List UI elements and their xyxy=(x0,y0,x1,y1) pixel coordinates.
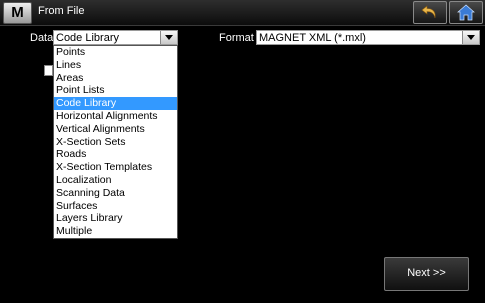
dropdown-option-surfaces[interactable]: Surfaces xyxy=(54,200,177,213)
dropdown-option-areas[interactable]: Areas xyxy=(54,72,177,85)
home-button[interactable] xyxy=(449,1,483,24)
dropdown-option-scanning-data[interactable]: Scanning Data xyxy=(54,187,177,200)
back-button[interactable] xyxy=(413,1,447,24)
dropdown-option-localization[interactable]: Localization xyxy=(54,174,177,187)
format-label: Format xyxy=(219,32,254,44)
chevron-down-icon[interactable] xyxy=(462,31,479,44)
dropdown-option-layers-library[interactable]: Layers Library xyxy=(54,212,177,225)
chevron-down-icon[interactable] xyxy=(160,31,177,44)
dropdown-option-lines[interactable]: Lines xyxy=(54,59,177,72)
data-dropdown-list[interactable]: Points Lines Areas Point Lists Code Libr… xyxy=(53,45,178,239)
dropdown-option-points[interactable]: Points xyxy=(54,46,177,59)
checkbox[interactable] xyxy=(44,65,53,76)
window-title: From File xyxy=(38,5,85,17)
next-button[interactable]: Next >> xyxy=(384,257,469,291)
dropdown-option-vertical-alignments[interactable]: Vertical Alignments xyxy=(54,123,177,136)
data-select[interactable]: Code Library xyxy=(53,30,178,45)
undo-arrow-icon xyxy=(421,5,436,19)
data-select-value: Code Library xyxy=(56,32,119,44)
dropdown-option-x-section-sets[interactable]: X-Section Sets xyxy=(54,136,177,149)
dropdown-option-x-section-templates[interactable]: X-Section Templates xyxy=(54,161,177,174)
home-icon xyxy=(457,4,475,21)
dropdown-option-horizontal-alignments[interactable]: Horizontal Alignments xyxy=(54,110,177,123)
dropdown-option-roads[interactable]: Roads xyxy=(54,148,177,161)
title-bar: M From File xyxy=(0,0,485,26)
app-logo[interactable]: M xyxy=(3,2,32,24)
dropdown-option-multiple[interactable]: Multiple xyxy=(54,225,177,238)
format-select[interactable]: MAGNET XML (*.mxl) xyxy=(256,30,480,45)
dropdown-option-code-library[interactable]: Code Library xyxy=(54,97,177,110)
format-select-value: MAGNET XML (*.mxl) xyxy=(259,32,366,44)
dropdown-option-point-lists[interactable]: Point Lists xyxy=(54,84,177,97)
data-label: Data xyxy=(30,32,54,44)
